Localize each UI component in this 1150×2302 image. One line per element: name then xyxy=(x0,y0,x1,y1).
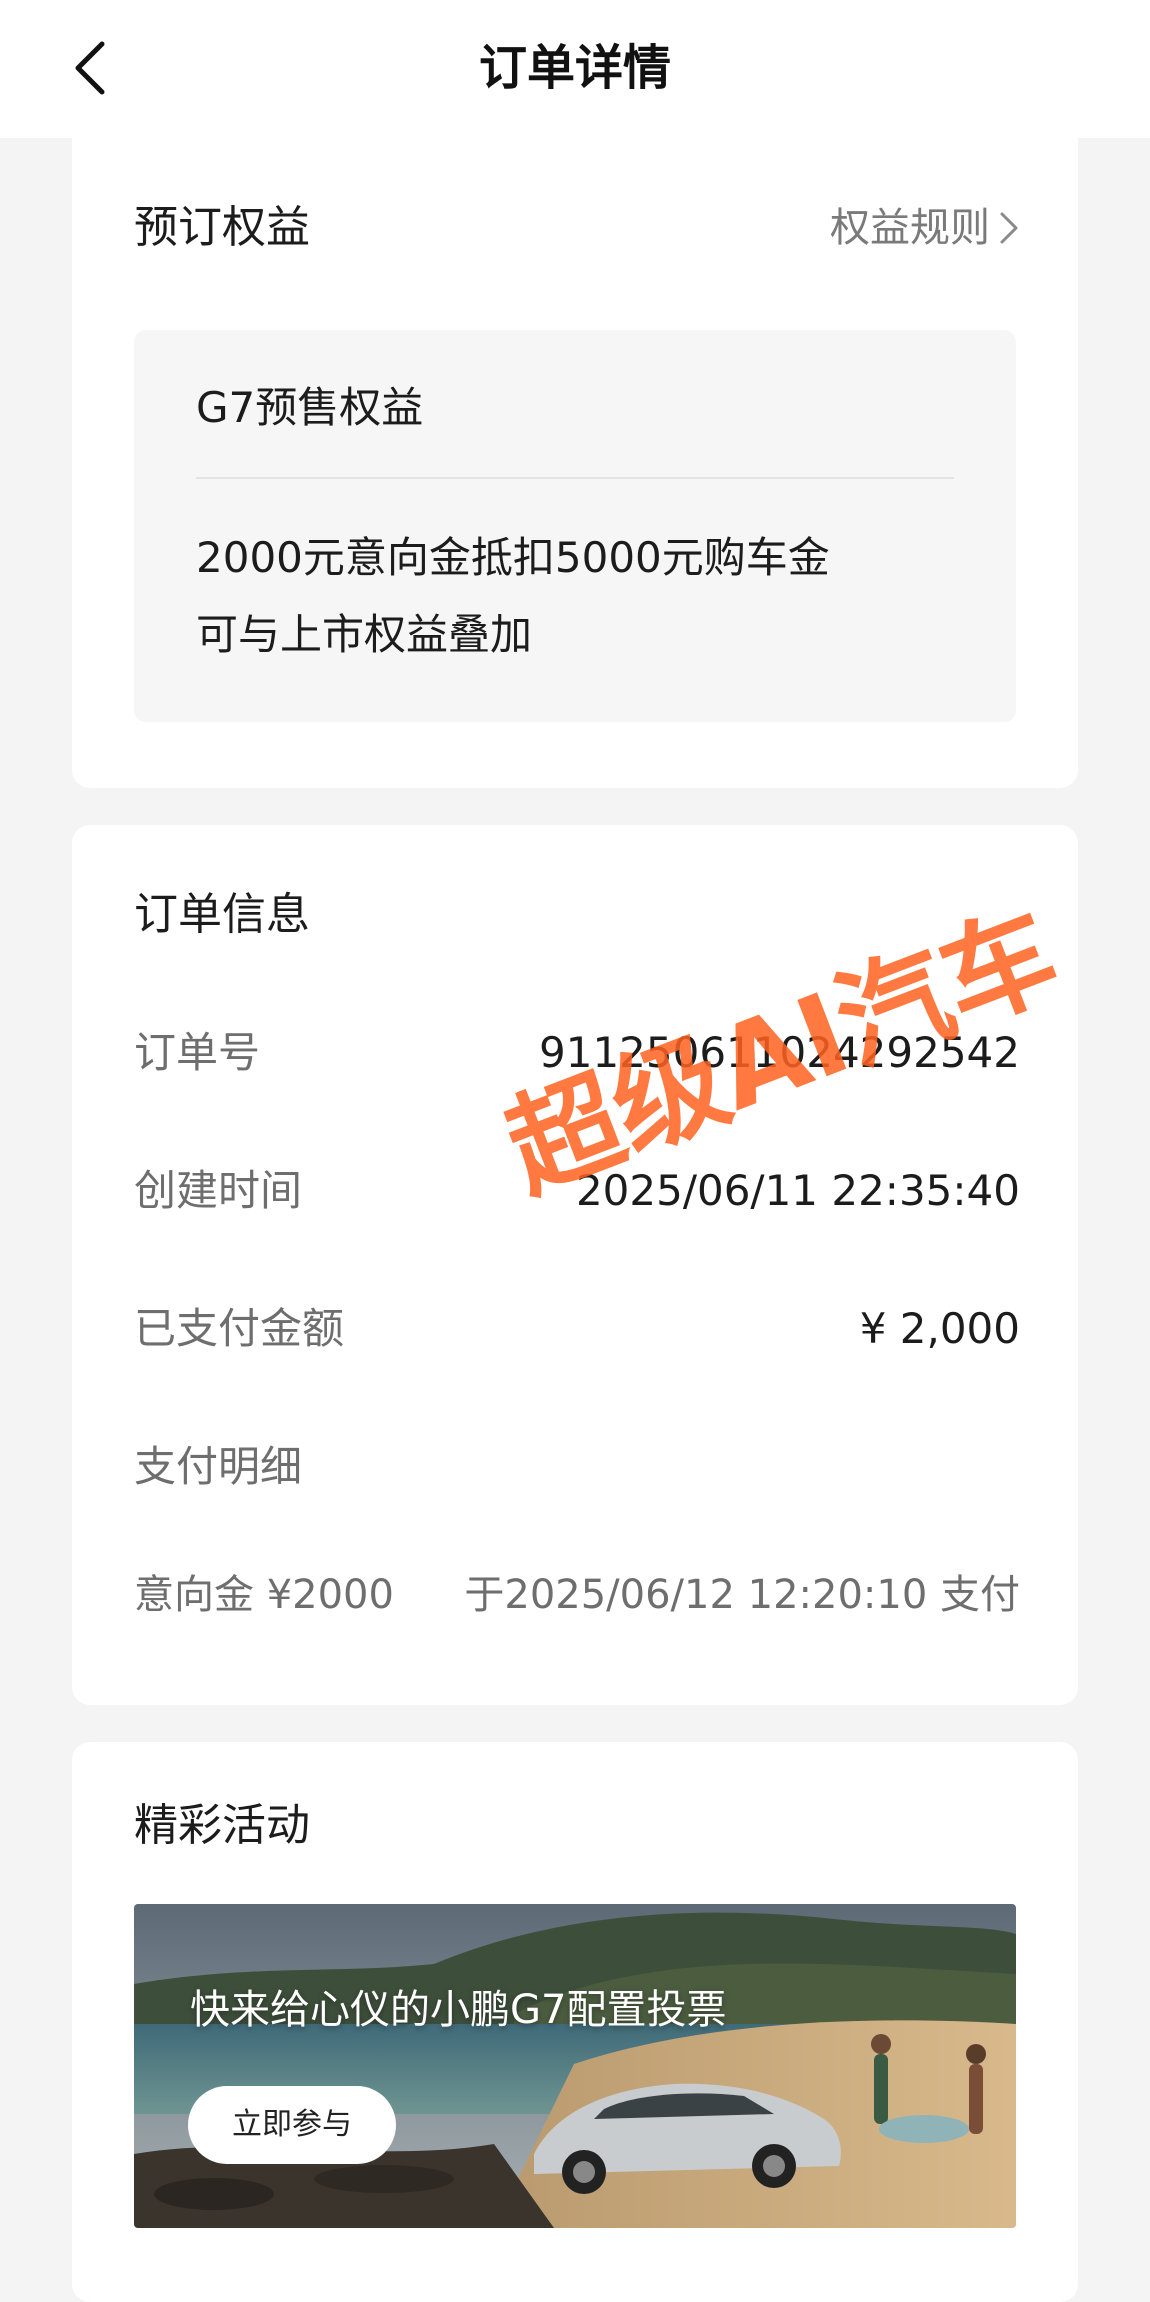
created-time-label: 创建时间 xyxy=(134,1166,303,1215)
banner-image xyxy=(134,1904,1016,2228)
join-now-button[interactable]: 立即参与 xyxy=(188,2086,396,2164)
paid-amount-value: ¥ 2,000 xyxy=(859,1304,1020,1353)
order-info-title: 订单信息 xyxy=(134,889,310,940)
activity-banner[interactable]: 快来给心仪的小鹏G7配置投票 立即参与 xyxy=(134,1904,1016,2228)
paid-amount-label: 已支付金额 xyxy=(134,1304,345,1353)
activities-title: 精彩活动 xyxy=(134,1800,310,1851)
payment-amount: 意向金 ¥2000 xyxy=(134,1572,394,1618)
order-info-card: 订单信息 订单号 911250611024292542 创建时间 2025/06… xyxy=(72,825,1078,1705)
benefit-rules-label: 权益规则 xyxy=(830,205,990,251)
benefits-title: 预订权益 xyxy=(134,202,310,253)
chevron-right-icon xyxy=(1000,212,1018,244)
top-nav-bar: 订单详情 xyxy=(0,0,1150,138)
banner-caption: 快来给心仪的小鹏G7配置投票 xyxy=(190,1987,727,2033)
benefit-line-1: 2000元意向金抵扣5000元购车金 xyxy=(196,533,830,582)
order-number-value: 911250611024292542 xyxy=(539,1028,1020,1077)
divider xyxy=(196,477,954,479)
created-time-value: 2025/06/11 22:35:40 xyxy=(575,1166,1020,1215)
benefit-rules-link[interactable]: 权益规则 xyxy=(830,200,1020,256)
payment-time: 于2025/06/12 12:20:10 支付 xyxy=(464,1572,1020,1618)
activities-card: 精彩活动 快来给心仪的小鹏G7配置投票 立即参与 xyxy=(72,1742,1078,2302)
payment-detail-label: 支付明细 xyxy=(134,1442,303,1491)
benefit-line-2: 可与上市权益叠加 xyxy=(196,610,533,659)
benefit-detail-box: G7预售权益 2000元意向金抵扣5000元购车金 可与上市权益叠加 xyxy=(134,330,1016,722)
benefits-card: 预订权益 权益规则 G7预售权益 2000元意向金抵扣5000元购车金 可与上市… xyxy=(72,138,1078,788)
benefit-name: G7预售权益 xyxy=(196,383,424,432)
order-number-label: 订单号 xyxy=(134,1028,261,1077)
page-title: 订单详情 xyxy=(478,40,671,96)
